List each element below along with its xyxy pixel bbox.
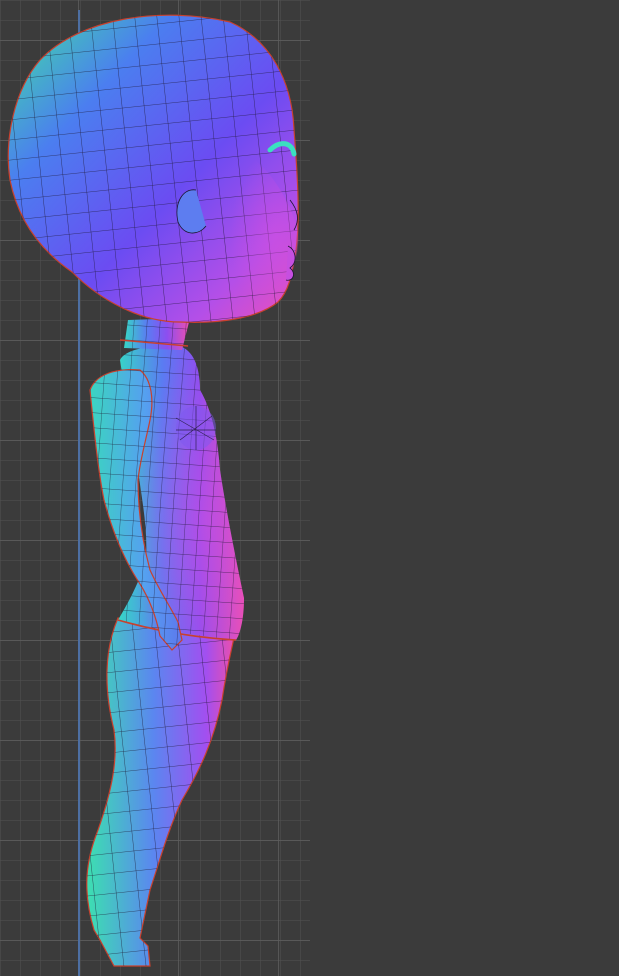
mesh-figures [0, 0, 619, 976]
3d-viewport[interactable] [0, 0, 619, 976]
figure-left[interactable] [8, 15, 298, 966]
